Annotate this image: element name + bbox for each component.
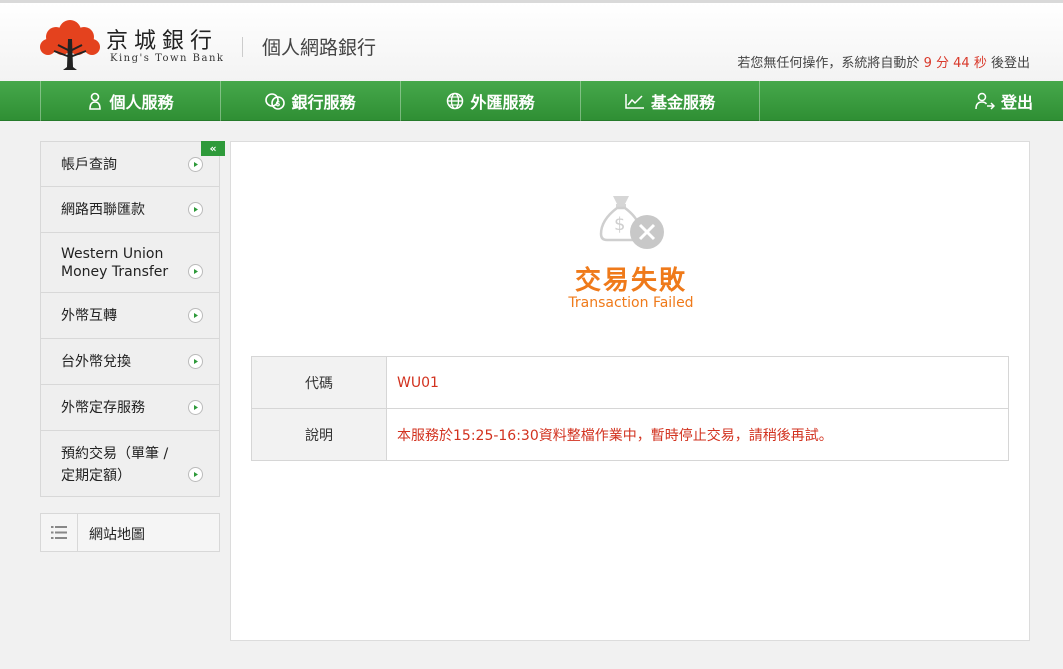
coins-icon: $ <box>265 93 286 110</box>
main-content: $ 交易失敗 Transaction Failed 代碼 WU01 說明 本服務… <box>230 141 1030 641</box>
main-nav: 個人服務 $ 銀行服務 外匯服務 基金服務 登出 <box>0 81 1063 121</box>
result-title: 交易失敗 <box>574 266 687 296</box>
description-label: 說明 <box>251 408 387 461</box>
timeout-minute-unit: 分 <box>935 56 949 71</box>
result-detail-table: 代碼 WU01 說明 本服務於15:25-16:30資料整檔作業中，暫時停止交易… <box>251 356 1009 461</box>
timeout-minutes: 9 <box>923 56 932 71</box>
sidebar-item-label: 網路西聯匯款 <box>61 202 145 218</box>
sidebar-item-label: 預約交易（單筆 / 定期定額） <box>61 446 169 484</box>
timeout-suffix: 後登出 <box>990 56 1030 71</box>
arrow-right-icon <box>188 308 203 323</box>
logout-label: 登出 <box>1000 93 1033 112</box>
nav-personal-services[interactable]: 個人服務 <box>40 81 220 121</box>
bank-logo[interactable]: 京城銀行 King's Town Bank <box>40 17 230 73</box>
arrow-right-icon <box>188 157 203 172</box>
sidebar-item-label: 帳戶查詢 <box>61 157 117 173</box>
tree-logo-icon <box>40 20 100 70</box>
arrow-right-icon <box>188 467 203 482</box>
collapse-sidebar-button[interactable]: « <box>201 141 225 156</box>
logout-button[interactable]: 登出 <box>975 81 1033 121</box>
code-label: 代碼 <box>251 356 387 409</box>
arrow-right-icon <box>188 400 203 415</box>
nav-forex-services-label: 外匯服務 <box>470 93 535 112</box>
sidebar-item-foreign-time-deposit[interactable]: 外幣定存服務 <box>40 385 220 431</box>
timeout-prefix: 若您無任何操作，系統將自動於 <box>737 56 920 71</box>
timeout-second-unit: 秒 <box>973 56 987 71</box>
sidebar-item-label: Western Union Money Transfer <box>61 246 169 280</box>
svg-text:$: $ <box>614 214 625 235</box>
sitemap-label: 網站地圖 <box>89 527 145 543</box>
sidebar-item-label: 外幣互轉 <box>61 308 117 324</box>
sidebar-menu: 帳戶查詢 網路西聯匯款 Western Union Money Transfer… <box>40 141 220 497</box>
header-divider <box>242 37 243 57</box>
sidebar-item-online-western-union[interactable]: 網路西聯匯款 <box>40 187 220 233</box>
sidebar-item-western-union-transfer[interactable]: Western Union Money Transfer <box>40 233 220 293</box>
nav-bank-services[interactable]: $ 銀行服務 <box>220 81 400 121</box>
auto-logout-notice: 若您無任何操作，系統將自動於 9 分 44 秒 後登出 <box>737 52 1030 71</box>
code-value: WU01 <box>386 356 1009 409</box>
sidebar-item-label: 台外幣兌換 <box>61 354 131 370</box>
logo-english-name: King's Town Bank <box>110 53 225 64</box>
table-row: 代碼 WU01 <box>251 356 1009 409</box>
money-bag-failed-icon: $ <box>599 196 664 249</box>
chart-icon <box>625 94 644 109</box>
arrow-right-icon <box>188 354 203 369</box>
description-value: 本服務於15:25-16:30資料整檔作業中，暫時停止交易，請稍後再試。 <box>386 408 1009 461</box>
sidebar-item-scheduled-transaction[interactable]: 預約交易（單筆 / 定期定額） <box>40 431 220 497</box>
nav-bank-services-label: 銀行服務 <box>291 93 356 112</box>
sitemap-button[interactable]: 網站地圖 <box>40 513 220 552</box>
table-row: 說明 本服務於15:25-16:30資料整檔作業中，暫時停止交易，請稍後再試。 <box>251 408 1009 461</box>
logout-person-icon <box>975 92 995 110</box>
nav-fund-services[interactable]: 基金服務 <box>580 81 760 121</box>
nav-forex-services[interactable]: 外匯服務 <box>400 81 580 121</box>
logo-chinese-name: 京城銀行 <box>106 29 219 54</box>
site-title: 個人網路銀行 <box>262 37 377 59</box>
sidebar-item-account-inquiry[interactable]: 帳戶查詢 <box>40 141 220 187</box>
sidebar-item-twd-foreign-exchange[interactable]: 台外幣兌換 <box>40 339 220 385</box>
arrow-right-icon <box>188 264 203 279</box>
nav-personal-services-label: 個人服務 <box>109 93 174 112</box>
person-icon <box>89 92 102 110</box>
arrow-right-icon <box>188 202 203 217</box>
sidebar-item-currency-exchange[interactable]: 外幣互轉 <box>40 293 220 339</box>
result-subtitle: Transaction Failed <box>568 295 694 311</box>
svg-text:$: $ <box>276 100 281 108</box>
sidebar-item-label: 外幣定存服務 <box>61 400 145 416</box>
header: 京城銀行 King's Town Bank 個人網路銀行 若您無任何操作，系統將… <box>0 0 1063 81</box>
list-icon <box>41 514 78 551</box>
globe-icon <box>447 92 464 110</box>
timeout-seconds: 44 <box>953 56 970 71</box>
nav-fund-services-label: 基金服務 <box>650 93 715 112</box>
